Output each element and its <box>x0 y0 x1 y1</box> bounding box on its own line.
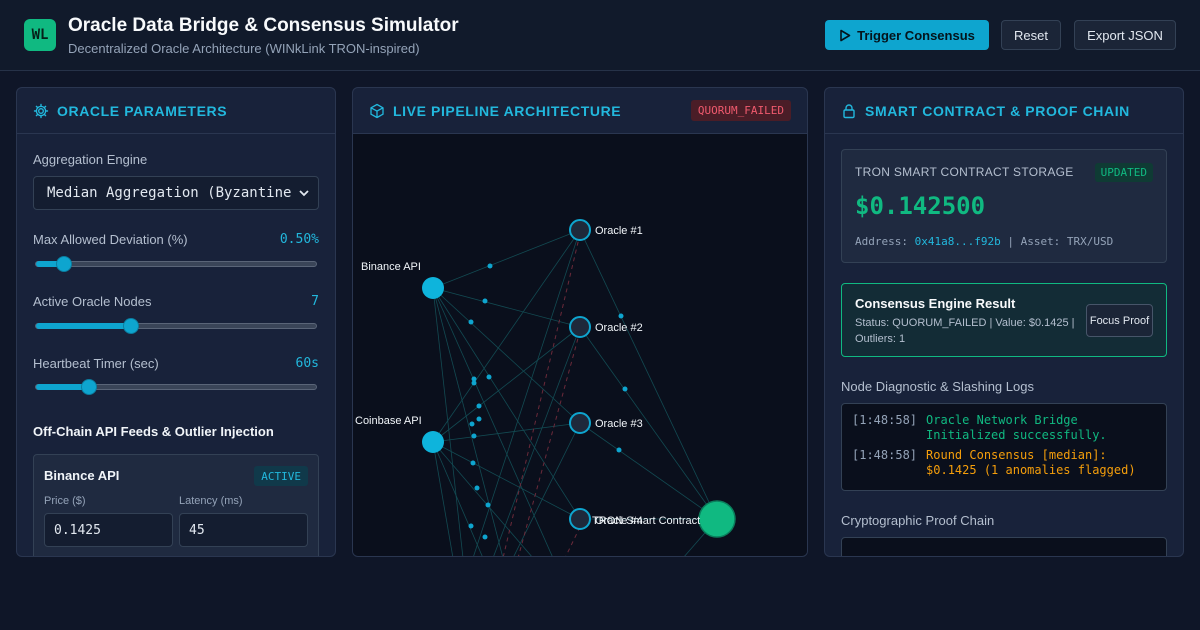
contract-panel: SMART CONTRACT & PROOF CHAIN TRON SMART … <box>824 87 1184 557</box>
feed-name: Binance API <box>44 468 120 483</box>
source-node-coinbase[interactable] <box>422 431 444 453</box>
result-status: Status: QUORUM_FAILED | Value: $0.1425 |… <box>855 317 1075 345</box>
slider-thumb[interactable] <box>81 379 98 395</box>
log-entry: [1:48:58] Oracle Network Bridge Initiali… <box>852 413 1156 443</box>
contract-label: TRON Smart Contract <box>592 515 700 527</box>
trigger-consensus-button[interactable]: Trigger Consensus <box>825 20 989 50</box>
pipeline-edges <box>432 229 718 556</box>
app-logo: WL <box>24 19 56 51</box>
panel-title: ORACLE PARAMETERS <box>57 102 228 119</box>
oracle-label-2: Oracle #2 <box>595 322 643 334</box>
oracle-label-1: Oracle #1 <box>595 225 643 237</box>
chevron-down-icon <box>299 190 309 197</box>
panel-header: SMART CONTRACT & PROOF CHAIN <box>825 88 1183 134</box>
oracle-node-3[interactable] <box>569 412 591 434</box>
reset-button[interactable]: Reset <box>1001 20 1061 50</box>
active-nodes-label: Active Oracle Nodes <box>33 294 152 309</box>
log-time: [1:48:58] <box>852 448 918 462</box>
app-title: Oracle Data Bridge & Consensus Simulator <box>68 15 459 36</box>
active-nodes-slider[interactable] <box>35 318 317 334</box>
feed-card-binance: Binance API ACTIVE Price ($) Latency (ms… <box>33 454 319 556</box>
latency-input[interactable]: 45 <box>179 513 308 547</box>
contract-meta: Address: 0x41a8...f92b | Asset: TRX/USD <box>855 235 1113 248</box>
slider-thumb[interactable] <box>56 256 72 272</box>
oracle-parameters-panel: ORACLE PARAMETERS Aggregation Engine Med… <box>16 87 336 557</box>
heartbeat-slider[interactable] <box>35 379 317 395</box>
trigger-consensus-label: Trigger Consensus <box>857 27 975 43</box>
app-header: WL Oracle Data Bridge & Consensus Simula… <box>0 0 1200 71</box>
source-label-binance: Binance API <box>361 261 421 273</box>
log-text: Round Consensus [median]: $0.1425 (1 ano… <box>926 448 1136 477</box>
slider-thumb[interactable] <box>123 318 140 334</box>
panel-title: LIVE PIPELINE ARCHITECTURE <box>393 102 622 119</box>
storage-label: TRON SMART CONTRACT STORAGE <box>855 165 1074 179</box>
contract-address[interactable]: 0x41a8...f92b <box>915 235 1001 248</box>
result-title: Consensus Engine Result <box>855 296 1016 311</box>
address-label: Address: <box>855 235 908 248</box>
pipeline-graph: Binance API Coinbase API Oracle #1 Oracl… <box>355 219 736 556</box>
app-subtitle: Decentralized Oracle Architecture (WINkL… <box>68 41 420 56</box>
source-node-binance[interactable] <box>422 277 444 299</box>
price-input[interactable]: 0.1425 <box>44 513 173 547</box>
feed-status-badge[interactable]: ACTIVE <box>254 466 308 486</box>
aggregation-engine-value: Median Aggregation (Byzantine <box>47 185 292 201</box>
feeds-section-title: Off-Chain API Feeds & Outlier Injection <box>33 424 274 439</box>
cube-icon <box>370 103 384 118</box>
log-box[interactable]: [1:48:58] Oracle Network Bridge Initiali… <box>841 403 1167 491</box>
consensus-result-card: Consensus Engine Result Status: QUORUM_F… <box>841 283 1167 357</box>
play-icon <box>840 29 851 41</box>
pipeline-panel: LIVE PIPELINE ARCHITECTURE QUORUM_FAILED <box>352 87 808 557</box>
active-nodes-value: 7 <box>311 294 319 309</box>
logs-title: Node Diagnostic & Slashing Logs <box>841 379 1034 394</box>
price-label: Price ($) <box>44 495 86 507</box>
proof-chain-box[interactable] <box>841 537 1167 556</box>
gear-icon <box>33 103 49 118</box>
oracle-node-4[interactable] <box>569 508 591 530</box>
panel-title: SMART CONTRACT & PROOF CHAIN <box>865 102 1130 119</box>
aggregation-engine-label: Aggregation Engine <box>33 152 148 167</box>
smart-contract-node[interactable] <box>698 500 736 538</box>
pipeline-canvas: Binance API Coinbase API Oracle #1 Oracl… <box>353 134 807 556</box>
deviation-slider[interactable] <box>35 256 317 272</box>
aggregation-engine-select[interactable]: Median Aggregation (Byzantine <box>33 176 319 210</box>
lock-icon <box>843 103 855 118</box>
heartbeat-label: Heartbeat Timer (sec) <box>33 356 159 371</box>
source-label-coinbase: Coinbase API <box>355 415 422 427</box>
export-json-button[interactable]: Export JSON <box>1074 20 1176 50</box>
log-entry: [1:48:58] Round Consensus [median]: $0.1… <box>852 448 1156 478</box>
log-text: Oracle Network Bridge Initialized succes… <box>926 413 1107 442</box>
log-time: [1:48:58] <box>852 413 918 427</box>
contract-storage-card: TRON SMART CONTRACT STORAGE UPDATED $0.1… <box>841 149 1167 263</box>
asset-label: | Asset: TRX/USD <box>1007 235 1114 248</box>
deviation-label: Max Allowed Deviation (%) <box>33 232 188 247</box>
oracle-node-2[interactable] <box>569 316 591 338</box>
panel-header: ORACLE PARAMETERS <box>17 88 335 134</box>
heartbeat-value: 60s <box>295 356 319 371</box>
updated-badge: UPDATED <box>1094 163 1153 182</box>
proof-chain-title: Cryptographic Proof Chain <box>841 513 995 528</box>
focus-proof-button[interactable]: Focus Proof <box>1086 304 1153 337</box>
deviation-value: 0.50% <box>279 232 319 247</box>
quorum-status-badge: QUORUM_FAILED <box>690 100 791 121</box>
oracle-node-1[interactable] <box>569 219 591 241</box>
slider-fill <box>36 323 132 329</box>
contract-price: $0.142500 <box>855 192 986 220</box>
failed-edges <box>502 233 581 556</box>
oracle-label-3: Oracle #3 <box>595 418 643 430</box>
latency-label: Latency (ms) <box>179 495 243 507</box>
